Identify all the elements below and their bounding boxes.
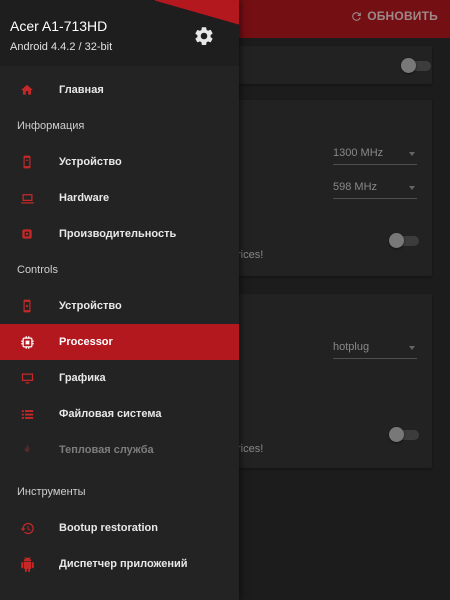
nav-item-thermal[interactable]: Тепловая служба (0, 432, 239, 468)
processor-icon (19, 334, 35, 350)
section-title-tools: Инструменты (17, 486, 86, 498)
chip-icon (19, 226, 35, 242)
nav-item-app-manager[interactable]: Диспетчер приложений (0, 546, 239, 582)
nav-item-label: Главная (59, 84, 104, 96)
nav-item-label: Производительность (59, 228, 177, 240)
nav-item-label: Processor (59, 336, 113, 348)
nav-item-performance[interactable]: Производительность (0, 216, 239, 252)
nav-item-label: Bootup restoration (59, 522, 158, 534)
nav-item-graphics[interactable]: Графика (0, 360, 239, 396)
section-title-controls: Controls (17, 264, 58, 276)
section-title-info: Информация (17, 120, 85, 132)
device-info: Android 4.4.2 / 32-bit (10, 41, 113, 53)
android-icon (19, 556, 35, 572)
gear-icon[interactable] (193, 25, 215, 47)
drawer-header: Acer A1-713HD Android 4.4.2 / 32-bit (0, 0, 239, 66)
thermal-icon (19, 442, 35, 458)
nav-item-label: Графика (59, 372, 106, 384)
monitor-icon (19, 370, 35, 386)
nav-item-label: Устройство (59, 156, 122, 168)
nav-item-controls-device[interactable]: Устройство (0, 288, 239, 324)
device-name: Acer A1-713HD (10, 18, 108, 34)
nav-item-label: Устройство (59, 300, 122, 312)
restore-icon (19, 520, 35, 536)
nav-item-label: Тепловая служба (59, 444, 154, 456)
nav-item-bootup-restoration[interactable]: Bootup restoration (0, 510, 239, 546)
hardware-icon (19, 190, 35, 206)
navigation-drawer: Acer A1-713HD Android 4.4.2 / 32-bit Гла… (0, 0, 239, 600)
nav-item-info-device[interactable]: Устройство (0, 144, 239, 180)
phone-icon (19, 154, 35, 170)
nav-item-label: Hardware (59, 192, 110, 204)
list-icon (19, 406, 35, 422)
nav-item-processor[interactable]: Processor (0, 324, 239, 360)
nav-item-label: Диспетчер приложений (59, 558, 188, 570)
nav-item-home[interactable]: Главная (0, 72, 239, 108)
nav-item-hardware[interactable]: Hardware (0, 180, 239, 216)
nav-item-filesystem[interactable]: Файловая система (0, 396, 239, 432)
device-settings-icon (19, 298, 35, 314)
home-icon (19, 82, 35, 98)
drawer-scrim[interactable] (239, 0, 450, 600)
nav-item-label: Файловая система (59, 408, 162, 420)
